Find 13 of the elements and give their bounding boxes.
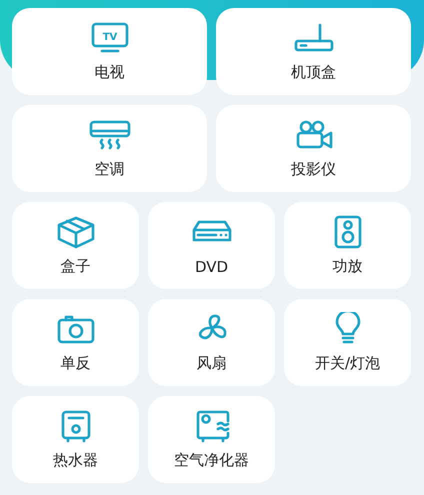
device-card[interactable]: 开关/灯泡 bbox=[284, 299, 411, 386]
device-card[interactable]: 盒子 bbox=[12, 202, 139, 289]
device-card[interactable]: TV 电视 bbox=[12, 8, 207, 95]
device-card[interactable]: 机顶盒 bbox=[216, 8, 411, 95]
device-card[interactable]: 功放 bbox=[284, 202, 411, 289]
device-card[interactable]: 单反 bbox=[12, 299, 139, 386]
device-card[interactable]: 投影仪 bbox=[216, 105, 411, 192]
device-card[interactable]: 空调 bbox=[12, 105, 207, 192]
device-card[interactable]: 空气净化器 bbox=[148, 396, 275, 483]
device-card[interactable]: 热水器 bbox=[12, 396, 139, 483]
device-card[interactable]: 风扇 bbox=[148, 299, 275, 386]
device-card[interactable]: DVD bbox=[148, 202, 275, 289]
air-conditioner-icon bbox=[88, 118, 132, 152]
